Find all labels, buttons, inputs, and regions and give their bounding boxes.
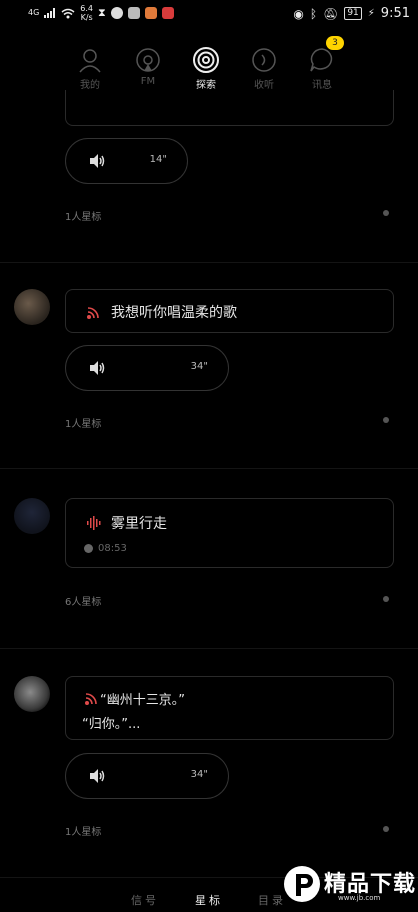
signal-indicator: 4G bbox=[28, 8, 40, 17]
divider bbox=[0, 262, 418, 263]
nav-label: 我的 bbox=[80, 80, 100, 91]
chat-bubble-icon bbox=[310, 48, 333, 72]
app-icon bbox=[161, 7, 174, 19]
nav-item-fm[interactable]: FM bbox=[128, 40, 168, 87]
speaker-icon bbox=[90, 154, 105, 168]
speaker-icon bbox=[90, 361, 105, 375]
avatar[interactable] bbox=[14, 289, 50, 325]
text-bubble[interactable] bbox=[65, 90, 394, 126]
track-time: 08:53 bbox=[84, 543, 127, 554]
network-speed: 6.4 K/s bbox=[80, 4, 94, 22]
avatar[interactable] bbox=[14, 498, 50, 534]
voice-message[interactable]: 34" bbox=[65, 753, 229, 799]
star-count: 1人星标 bbox=[65, 827, 102, 838]
status-bar: 4G 6.4 K/s ⧗ ◉ ᛒ 🔕︎ 91 ⚡︎ 9:51 bbox=[0, 0, 418, 30]
tab-signal[interactable]: 信号 bbox=[131, 892, 159, 908]
message-text-line1: “幽州十三京。” bbox=[100, 693, 185, 708]
nav-item-explore[interactable]: 探索 bbox=[186, 40, 226, 91]
app-icon bbox=[144, 7, 157, 19]
track-title: 雾里行走 bbox=[111, 516, 167, 532]
unread-badge: 3 bbox=[326, 36, 344, 50]
message-text: 我想听你唱温柔的歌 bbox=[111, 305, 237, 321]
waveform-icon bbox=[87, 516, 101, 530]
text-bubble[interactable]: “幽州十三京。” “归你。”... bbox=[65, 676, 394, 740]
mute-bell-icon: 🔕︎ bbox=[323, 6, 339, 21]
app-icon bbox=[127, 7, 140, 19]
star-count: 1人星标 bbox=[65, 212, 102, 223]
nav-item-mine[interactable]: 我的 bbox=[70, 40, 110, 91]
broadcast-icon bbox=[87, 307, 99, 319]
signal-bars-icon bbox=[44, 8, 56, 18]
app-icon bbox=[110, 7, 123, 19]
voice-message[interactable]: 34" bbox=[65, 345, 229, 391]
avatar[interactable] bbox=[14, 676, 50, 712]
battery-indicator: 91 bbox=[344, 7, 362, 20]
eye-icon: ◉ bbox=[293, 6, 304, 21]
nav-item-listen[interactable]: 收听 bbox=[244, 40, 284, 91]
watermark: 精品下载 www.jb.com bbox=[282, 860, 415, 908]
bluetooth-icon: ᛒ bbox=[309, 6, 318, 21]
radio-icon bbox=[136, 48, 160, 72]
voice-duration: 14" bbox=[149, 154, 167, 165]
broadcast-icon bbox=[85, 693, 97, 705]
nav-label: 探索 bbox=[196, 80, 216, 91]
text-bubble[interactable]: 我想听你唱温柔的歌 bbox=[65, 289, 394, 333]
message-text-line2: “归你。”... bbox=[82, 717, 141, 732]
voice-message[interactable]: 14" bbox=[65, 138, 188, 184]
more-dot[interactable] bbox=[383, 417, 389, 423]
more-dot[interactable] bbox=[383, 210, 389, 216]
more-dot[interactable] bbox=[383, 596, 389, 602]
tab-starred[interactable]: 星标 bbox=[195, 892, 223, 908]
track-card[interactable]: 雾里行走 08:53 bbox=[65, 498, 394, 568]
clock-time: 9:51 bbox=[380, 6, 410, 21]
clock-icon bbox=[84, 544, 93, 553]
speaker-icon bbox=[90, 769, 105, 783]
more-dot[interactable] bbox=[383, 826, 389, 832]
divider bbox=[0, 648, 418, 649]
star-count: 6人星标 bbox=[65, 597, 102, 608]
signal-rings-icon bbox=[193, 47, 219, 73]
nav-label: 讯息 bbox=[312, 80, 332, 91]
nav-label: FM bbox=[140, 76, 156, 87]
watermark-logo-icon bbox=[284, 866, 320, 902]
voice-duration: 34" bbox=[190, 769, 208, 780]
track-time-value: 08:53 bbox=[98, 543, 127, 554]
wifi-icon bbox=[61, 8, 75, 18]
hourglass-icon: ⧗ bbox=[98, 6, 106, 19]
nav-label: 收听 bbox=[254, 80, 274, 91]
nav-item-messages[interactable]: 讯息 3 bbox=[302, 36, 344, 91]
divider bbox=[0, 468, 418, 469]
watermark-url: www.jb.com bbox=[338, 894, 381, 902]
star-count: 1人星标 bbox=[65, 419, 102, 430]
charging-icon: ⚡︎ bbox=[367, 8, 375, 19]
listen-icon bbox=[252, 48, 276, 72]
person-icon bbox=[79, 49, 101, 73]
voice-duration: 34" bbox=[190, 361, 208, 372]
